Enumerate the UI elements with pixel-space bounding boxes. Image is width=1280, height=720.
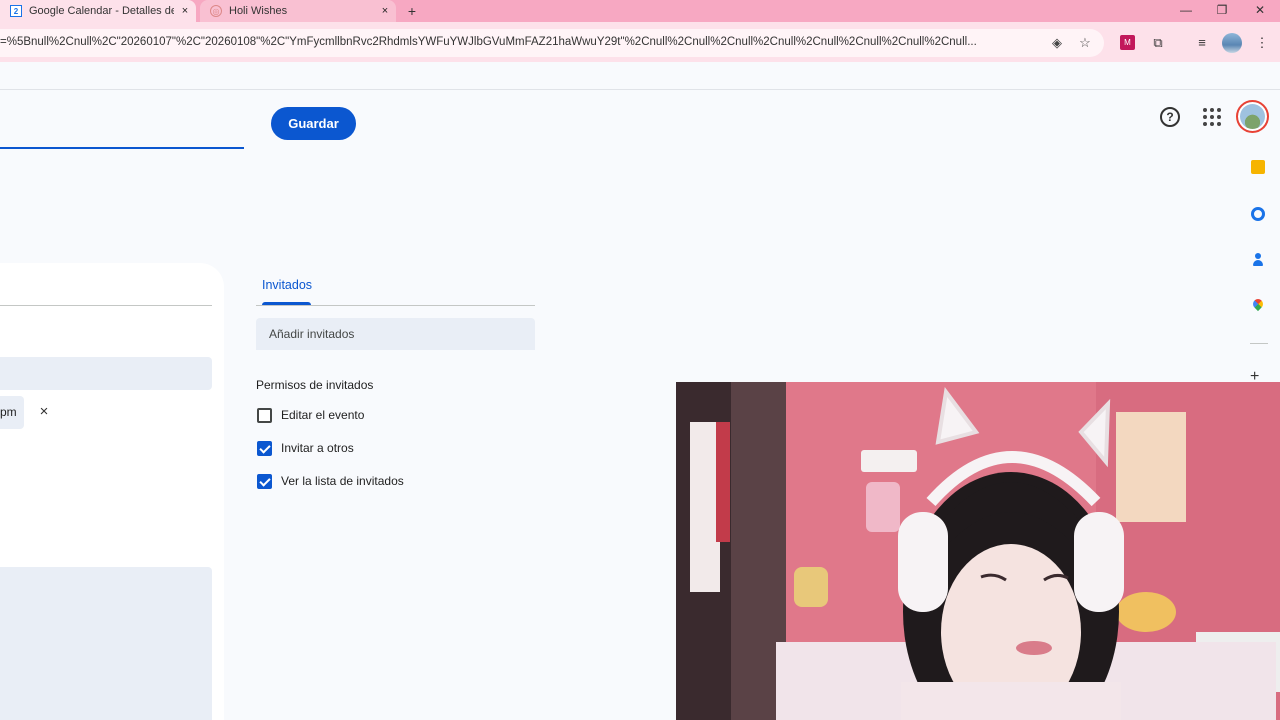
contacts-icon[interactable] bbox=[1251, 253, 1265, 267]
tasks-icon[interactable] bbox=[1251, 207, 1265, 221]
checkbox-checked[interactable] bbox=[257, 473, 272, 489]
globe-icon: ◎ bbox=[210, 5, 222, 17]
side-panel-divider bbox=[1250, 343, 1268, 344]
webcam-video-frame bbox=[676, 382, 1280, 720]
event-title-input-underline[interactable] bbox=[0, 147, 244, 149]
details-tab-divider bbox=[0, 305, 212, 306]
restore-icon[interactable]: ❐ bbox=[1204, 0, 1240, 22]
star-icon[interactable]: ☆ bbox=[1076, 34, 1094, 52]
minimize-icon[interactable]: — bbox=[1168, 0, 1204, 22]
tab-holi-wishes[interactable]: ◎ Holi Wishes × bbox=[200, 0, 396, 22]
profile-icon[interactable] bbox=[1222, 33, 1242, 53]
calendar-icon: 2 bbox=[10, 5, 22, 17]
permission-label: Editar el evento bbox=[281, 408, 365, 422]
save-button[interactable]: Guardar bbox=[271, 107, 356, 140]
tab-title: Google Calendar - Detalles del bbox=[29, 5, 174, 17]
browser-toolbar: =%5Bnull%2Cnull%2C"20260107"%2C"20260108… bbox=[0, 22, 1280, 62]
maps-icon[interactable] bbox=[1250, 296, 1266, 313]
checkbox-unchecked[interactable] bbox=[257, 407, 272, 423]
permission-see-guest-list[interactable]: Ver la lista de invitados bbox=[257, 473, 404, 489]
puzzle-icon[interactable]: ⧉ bbox=[1148, 33, 1168, 53]
side-panel: + bbox=[1240, 150, 1280, 390]
tab-title: Holi Wishes bbox=[229, 5, 288, 17]
apps-grid-icon[interactable] bbox=[1203, 108, 1221, 126]
media-control-icon[interactable]: ≡ bbox=[1192, 33, 1212, 53]
time-chip[interactable]: pm bbox=[0, 396, 24, 429]
tab-google-calendar[interactable]: 2 Google Calendar - Detalles del × bbox=[0, 0, 196, 22]
new-tab-button[interactable]: + bbox=[404, 0, 420, 22]
event-details-card: pm × bbox=[0, 263, 224, 720]
description-field[interactable] bbox=[0, 567, 212, 720]
close-icon[interactable]: × bbox=[36, 404, 52, 420]
account-avatar[interactable] bbox=[1236, 100, 1269, 133]
extension-m-icon[interactable]: M bbox=[1120, 35, 1135, 50]
close-tab-icon[interactable]: × bbox=[174, 5, 196, 17]
guest-permissions-title: Permisos de invitados bbox=[256, 378, 374, 392]
address-bar[interactable]: =%5Bnull%2Cnull%2C"20260107"%2C"20260108… bbox=[0, 29, 1104, 57]
event-field[interactable] bbox=[0, 357, 212, 390]
tab-invitados[interactable]: Invitados bbox=[262, 278, 312, 292]
url-text[interactable]: =%5Bnull%2Cnull%2C"20260107"%2C"20260108… bbox=[0, 36, 1036, 48]
webcam-overlay bbox=[676, 382, 1280, 720]
keep-icon[interactable] bbox=[1251, 160, 1265, 174]
close-tab-icon[interactable]: × bbox=[374, 5, 396, 17]
browser-tab-strip: 2 Google Calendar - Detalles del × ◎ Hol… bbox=[0, 0, 1280, 22]
add-guests-input[interactable] bbox=[256, 318, 535, 350]
guests-tab-divider bbox=[256, 305, 535, 306]
kebab-menu-icon[interactable]: ⋮ bbox=[1252, 33, 1272, 53]
permission-edit-event[interactable]: Editar el evento bbox=[257, 407, 364, 423]
permission-label: Invitar a otros bbox=[281, 441, 354, 455]
help-icon[interactable]: ? bbox=[1160, 107, 1180, 127]
eye-icon[interactable]: ◈ bbox=[1048, 34, 1066, 52]
page-divider bbox=[0, 89, 1280, 90]
permission-label: Ver la lista de invitados bbox=[281, 474, 404, 488]
checkbox-checked[interactable] bbox=[257, 440, 272, 456]
close-window-icon[interactable]: ✕ bbox=[1242, 0, 1278, 22]
permission-invite-others[interactable]: Invitar a otros bbox=[257, 440, 354, 456]
